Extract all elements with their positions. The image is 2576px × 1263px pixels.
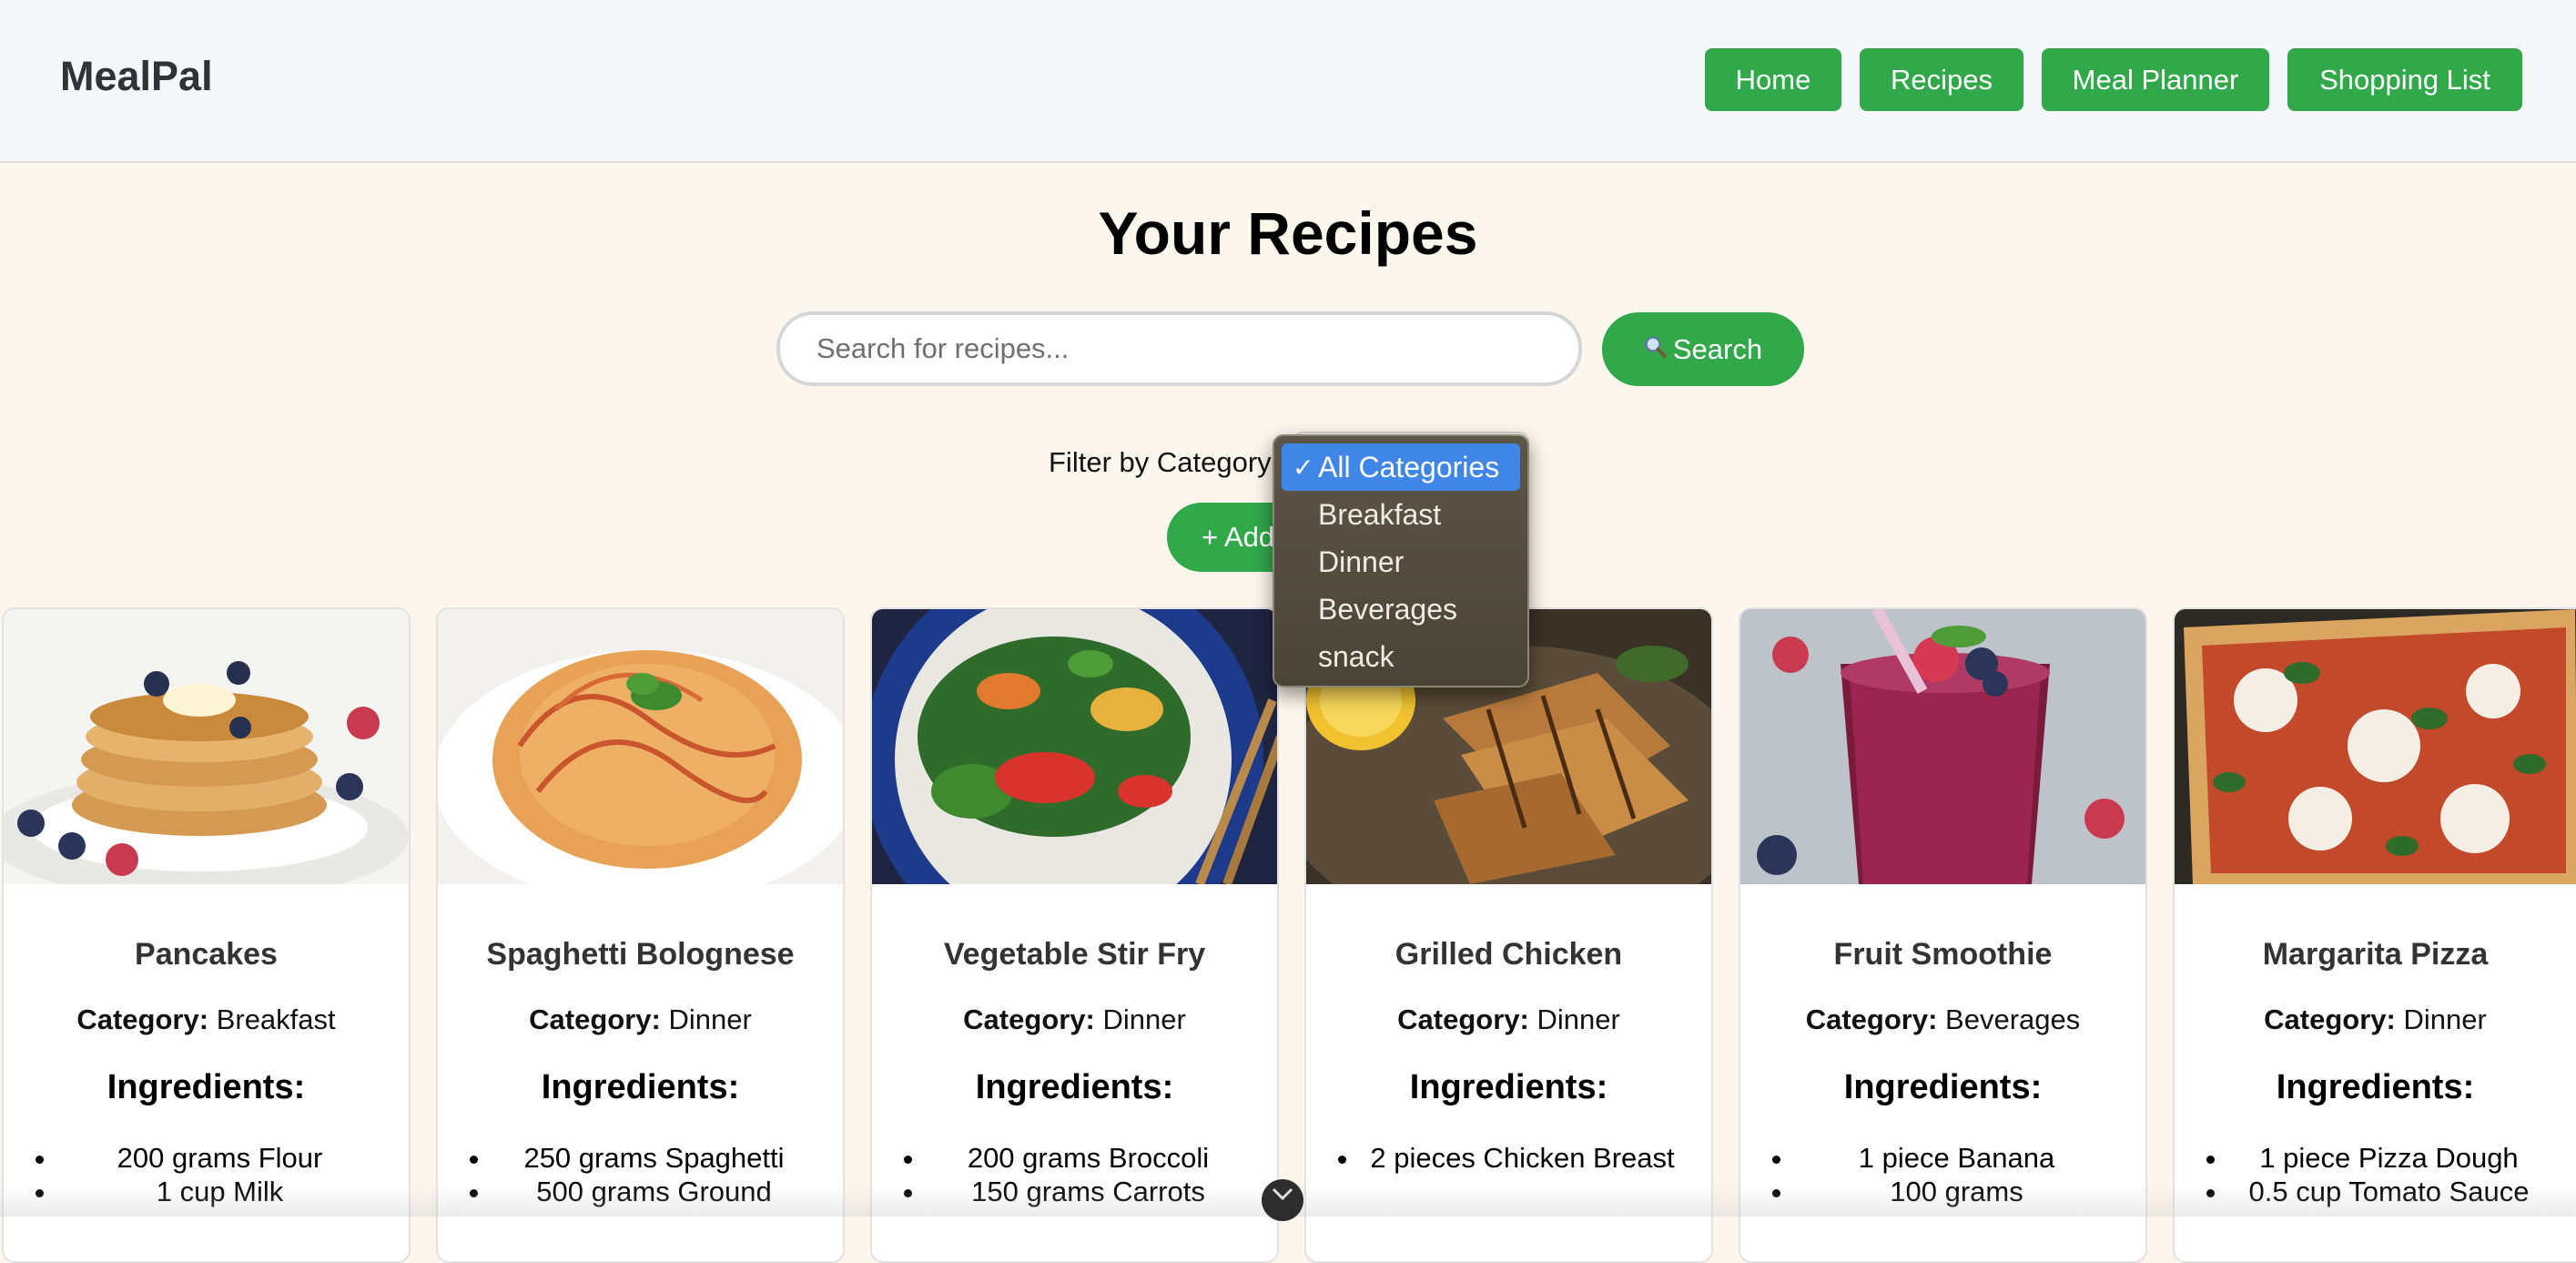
chevron-down-icon[interactable]	[1262, 1179, 1303, 1221]
recipe-title: Fruit Smoothie	[1833, 937, 2053, 972]
filter-label: Filter by Category:	[1049, 446, 1280, 478]
category-option-breakfast[interactable]: Breakfast	[1282, 491, 1520, 538]
recipe-title: Margarita Pizza	[2262, 937, 2489, 972]
nav-shopping-list-button[interactable]: Shopping List	[2287, 48, 2522, 111]
recipe-category: Category: Dinner	[2264, 1003, 2487, 1035]
ingredients-heading: Ingredients:	[541, 1068, 740, 1106]
recipe-cards: Pancakes Category: Breakfast Ingredients…	[0, 607, 2576, 1263]
recipe-card[interactable]: Margarita Pizza Category: Dinner Ingredi…	[2173, 607, 2576, 1263]
ingredients-heading: Ingredients:	[1409, 1068, 1608, 1106]
search-button[interactable]: Search	[1602, 312, 1804, 386]
category-option-dinner[interactable]: Dinner	[1282, 538, 1520, 586]
category-dropdown-menu: ✓ All Categories Breakfast Dinner Bevera…	[1273, 434, 1529, 688]
recipe-title: Pancakes	[135, 937, 278, 972]
nav-home-button[interactable]: Home	[1705, 48, 1841, 111]
main-nav: Home Recipes Meal Planner Shopping List	[1705, 48, 2522, 111]
recipe-card[interactable]: Grilled Chicken Category: Dinner Ingredi…	[1304, 607, 1713, 1263]
category-option-beverages[interactable]: Beverages	[1282, 586, 1520, 633]
recipe-title: Grilled Chicken	[1394, 937, 1623, 972]
ingredient-item: 1 piece Pizza Dough	[2229, 1141, 2576, 1175]
category-option-snack[interactable]: snack	[1282, 633, 1520, 680]
search-button-label: Search	[1672, 332, 1763, 365]
ingredient-item: 2 pieces Chicken Breast	[1361, 1141, 1711, 1175]
ingredient-item: 1 piece Banana	[1795, 1141, 2145, 1175]
ingredients-heading: Ingredients:	[106, 1068, 306, 1106]
recipe-category: Category: Dinner	[963, 1003, 1186, 1035]
search-input[interactable]	[776, 311, 1582, 386]
ingredient-item: 200 grams Broccoli	[927, 1141, 1277, 1175]
category-option-all[interactable]: ✓ All Categories	[1282, 443, 1520, 491]
ingredients-heading: Ingredients:	[2276, 1068, 2475, 1106]
recipe-title: Vegetable Stir Fry	[943, 937, 1206, 972]
recipe-image	[2175, 609, 2576, 884]
recipe-card[interactable]: Fruit Smoothie Category: Beverages Ingre…	[1739, 607, 2147, 1263]
recipe-category: Category: Dinner	[529, 1003, 752, 1035]
recipe-image	[4, 609, 409, 884]
recipe-image	[1740, 609, 2145, 884]
recipe-image	[438, 609, 843, 884]
magnifier-icon	[1644, 333, 1668, 366]
nav-recipes-button[interactable]: Recipes	[1860, 48, 2023, 111]
page-title: Your Recipes	[1098, 199, 1478, 267]
recipe-card[interactable]: Spaghetti Bolognese Category: Dinner Ing…	[436, 607, 845, 1263]
recipe-title: Spaghetti Bolognese	[486, 937, 795, 972]
ingredient-item: 250 grams Spaghetti	[492, 1141, 843, 1175]
top-header: MealPal Home Recipes Meal Planner Shoppi…	[0, 0, 2576, 163]
recipe-category: Category: Dinner	[1397, 1003, 1620, 1035]
recipe-image	[872, 609, 1277, 884]
recipe-category: Category: Beverages	[1805, 1003, 2081, 1035]
recipe-category: Category: Breakfast	[76, 1003, 336, 1035]
recipe-card[interactable]: Pancakes Category: Breakfast Ingredients…	[2, 607, 411, 1263]
ingredients-heading: Ingredients:	[975, 1068, 1174, 1106]
ingredients-heading: Ingredients:	[1843, 1068, 2043, 1106]
ingredients-list: 2 pieces Chicken Breast	[1306, 1141, 1711, 1175]
brand-logo-text[interactable]: MealPal	[60, 53, 213, 100]
checkmark-icon: ✓	[1293, 453, 1314, 482]
nav-meal-planner-button[interactable]: Meal Planner	[2042, 48, 2269, 111]
ingredient-item: 200 grams Flour	[58, 1141, 409, 1175]
recipe-card[interactable]: Vegetable Stir Fry Category: Dinner Ingr…	[870, 607, 1279, 1263]
